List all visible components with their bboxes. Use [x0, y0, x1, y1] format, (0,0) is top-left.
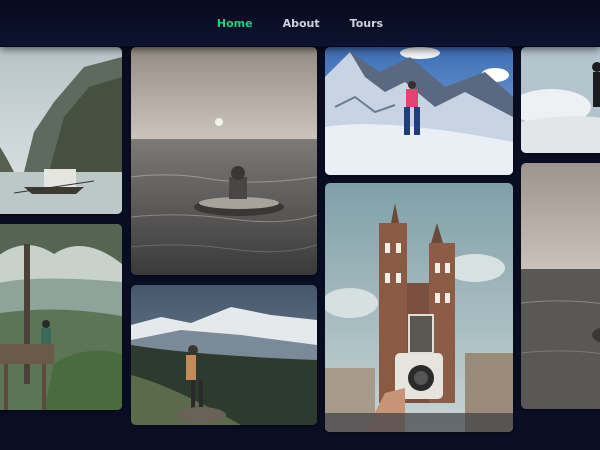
nav-home-link[interactable]: Home	[217, 17, 253, 30]
main-navigation: Home About Tours	[0, 0, 600, 46]
nav-about-link[interactable]: About	[283, 17, 320, 30]
nav-tours-link[interactable]: Tours	[350, 17, 383, 30]
photo-sea-right[interactable]	[521, 163, 600, 409]
photo-hiker-snow[interactable]	[325, 47, 513, 175]
photo-dark-figure-clouds[interactable]	[521, 47, 600, 153]
photo-pool-float-sea[interactable]	[131, 47, 317, 275]
photo-mountain-hiker[interactable]	[131, 285, 317, 425]
photo-gallery	[0, 0, 600, 450]
photo-church-camera[interactable]	[325, 183, 513, 432]
photo-limestone-boat[interactable]	[0, 47, 122, 214]
photo-tree-valley[interactable]	[0, 224, 122, 410]
